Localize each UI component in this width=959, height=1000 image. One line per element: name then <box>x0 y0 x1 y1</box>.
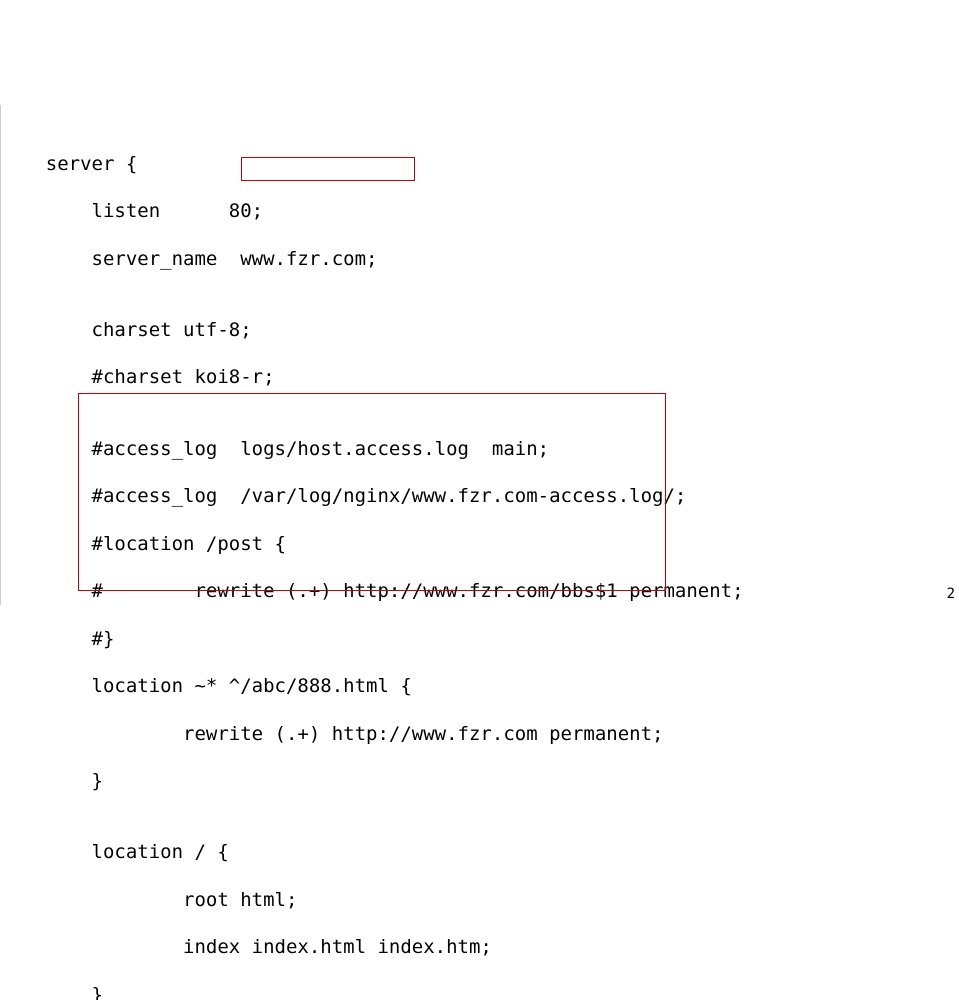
code-line: root html; <box>0 889 959 913</box>
code-line: location / { <box>0 841 959 865</box>
code-line: charset utf-8; <box>0 319 959 343</box>
code-line: server_name www.fzr.com; <box>0 248 959 272</box>
left-margin-line <box>0 105 1 605</box>
code-line: } <box>0 984 959 1000</box>
code-line: #charset koi8-r; <box>0 366 959 390</box>
page-number: 2 <box>947 586 955 604</box>
code-line: #access_log /var/log/nginx/www.fzr.com-a… <box>0 485 959 509</box>
code-block: server { listen 80; server_name www.fzr.… <box>0 105 959 605</box>
code-line: index index.html index.htm; <box>0 936 959 960</box>
code-line: rewrite (.+) http://www.fzr.com permanen… <box>0 723 959 747</box>
code-line: #access_log logs/host.access.log main; <box>0 438 959 462</box>
code-line: #location /post { <box>0 533 959 557</box>
code-line: # rewrite (.+) http://www.fzr.com/bbs$1 … <box>0 580 959 604</box>
code-line: #} <box>0 628 959 652</box>
code-line: listen 80; <box>0 200 959 224</box>
code-line: } <box>0 770 959 794</box>
code-line: server { <box>0 153 959 177</box>
code-line: location ~* ^/abc/888.html { <box>0 675 959 699</box>
